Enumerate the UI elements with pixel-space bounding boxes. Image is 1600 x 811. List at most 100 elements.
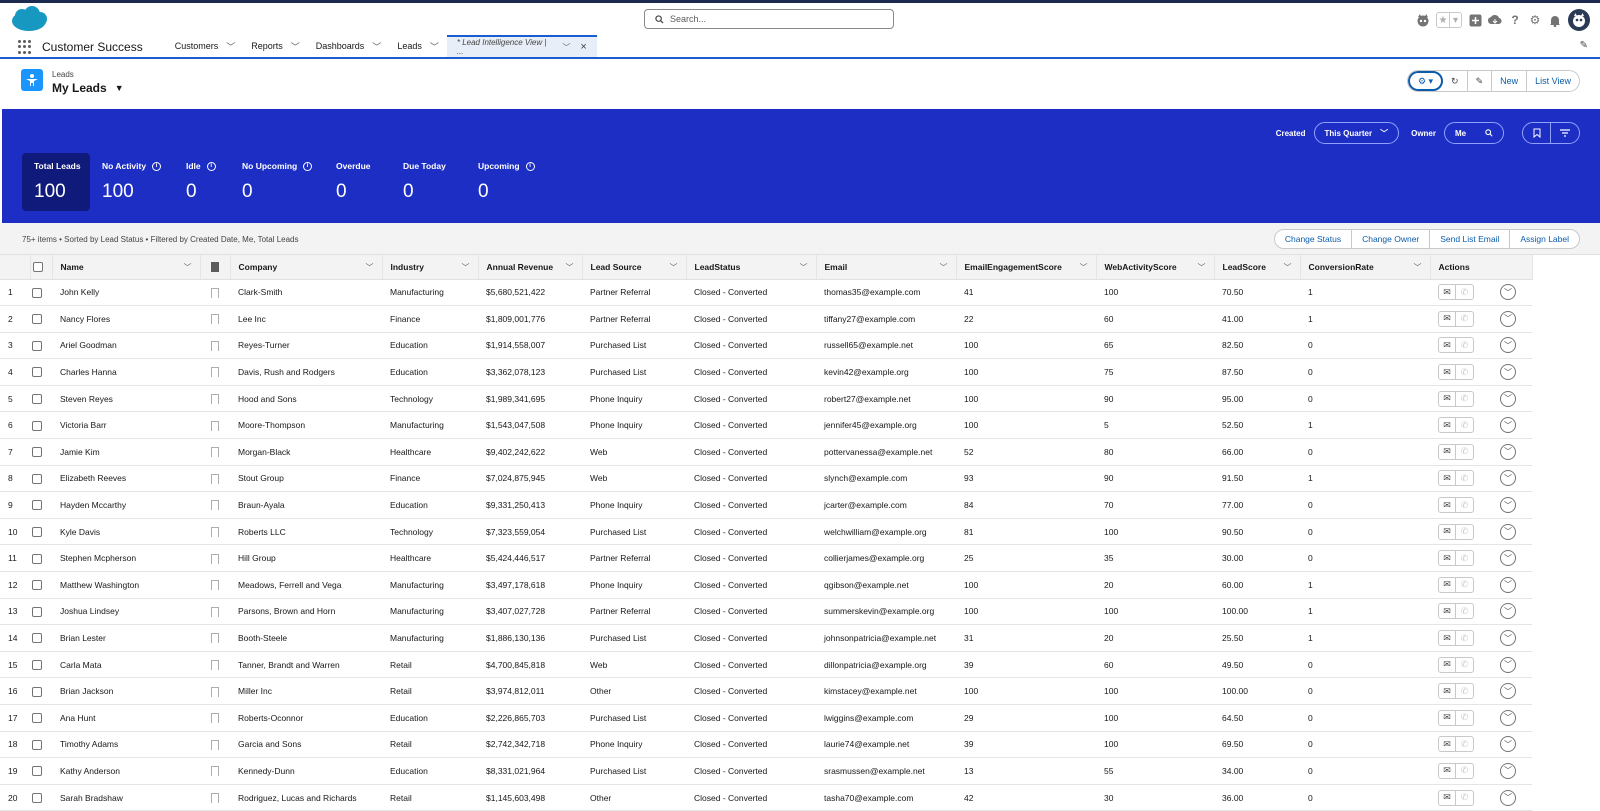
send-list-email-button[interactable]: Send List Email xyxy=(1430,230,1511,248)
phone-icon[interactable]: ✆ xyxy=(1456,445,1473,459)
lead-name-link[interactable]: John Kelly xyxy=(52,279,200,307)
add-icon[interactable] xyxy=(1468,13,1482,27)
email-icon[interactable]: ✉ xyxy=(1439,444,1456,459)
phone-icon[interactable]: ✆ xyxy=(1456,737,1473,751)
bookmark-icon[interactable] xyxy=(211,447,219,458)
nav-item-customers[interactable]: Customers ﹀ xyxy=(167,35,244,57)
info-icon[interactable]: i xyxy=(152,161,162,171)
chevron-down-icon[interactable]: ﹀ xyxy=(940,262,948,273)
bookmark-icon[interactable] xyxy=(211,766,219,777)
bookmark-icon[interactable] xyxy=(211,792,219,803)
row-menu-chevron-icon[interactable]: ﹀ xyxy=(1500,736,1516,753)
email-link[interactable]: jcarter@example.com xyxy=(816,491,956,519)
bookmark-icon[interactable] xyxy=(211,606,219,617)
phone-icon[interactable]: ✆ xyxy=(1456,392,1473,406)
select-all-checkbox[interactable] xyxy=(32,262,43,273)
row-checkbox[interactable] xyxy=(32,420,42,431)
phone-icon[interactable]: ✆ xyxy=(1456,551,1473,565)
notifications-bell-icon[interactable] xyxy=(1548,13,1562,27)
email-link[interactable]: srasmussen@example.net xyxy=(816,757,956,785)
nav-item-leads[interactable]: Leads ﹀ xyxy=(389,35,447,57)
nav-item-dashboards[interactable]: Dashboards ﹀ xyxy=(308,35,390,57)
lead-name-link[interactable]: Matthew Washington xyxy=(52,571,200,599)
bookmark-icon[interactable] xyxy=(211,686,219,697)
row-checkbox[interactable] xyxy=(32,447,42,458)
new-button[interactable]: New xyxy=(1492,71,1528,91)
phone-icon[interactable]: ✆ xyxy=(1456,658,1473,672)
edit-nav-pencil-icon[interactable]: ✎ xyxy=(1580,40,1588,51)
astro-icon[interactable] xyxy=(1416,13,1430,27)
email-link[interactable]: qgibson@example.net xyxy=(816,571,956,599)
phone-icon[interactable]: ✆ xyxy=(1456,684,1473,698)
email-icon[interactable]: ✉ xyxy=(1439,365,1456,380)
favorites-list-chevron-icon[interactable]: ▾ xyxy=(1449,13,1461,27)
user-avatar-icon[interactable] xyxy=(1568,9,1590,31)
assign-label-button[interactable]: Assign Label xyxy=(1510,230,1579,248)
column-header-lead-status[interactable]: LeadStatus ﹀ xyxy=(686,255,817,280)
row-menu-chevron-icon[interactable]: ﹀ xyxy=(1500,364,1516,381)
email-icon[interactable]: ✉ xyxy=(1439,763,1456,778)
bookmark-icon[interactable] xyxy=(211,739,219,750)
email-icon[interactable]: ✉ xyxy=(1439,790,1456,805)
favorites-star-icon[interactable]: ★ xyxy=(1437,13,1449,27)
row-menu-chevron-icon[interactable]: ﹀ xyxy=(1500,523,1516,540)
phone-icon[interactable]: ✆ xyxy=(1456,711,1473,725)
email-link[interactable]: russell65@example.net xyxy=(816,332,956,360)
column-header-email[interactable]: Email ﹀ xyxy=(816,255,957,280)
row-menu-chevron-icon[interactable]: ﹀ xyxy=(1500,310,1516,327)
email-link[interactable]: kimstacey@example.net xyxy=(816,677,956,705)
bookmark-icon[interactable] xyxy=(211,553,219,564)
row-checkbox[interactable] xyxy=(32,739,42,750)
help-icon[interactable]: ? xyxy=(1508,13,1522,27)
info-icon[interactable]: i xyxy=(206,161,216,171)
column-header-lead-source[interactable]: Lead Source ﹀ xyxy=(582,255,687,280)
email-icon[interactable]: ✉ xyxy=(1439,737,1456,752)
row-checkbox[interactable] xyxy=(32,659,42,670)
email-link[interactable]: collierjames@example.org xyxy=(816,544,956,573)
row-menu-chevron-icon[interactable]: ﹀ xyxy=(1500,497,1516,514)
bookmark-icon[interactable] xyxy=(211,713,219,724)
chevron-down-icon[interactable]: ﹀ xyxy=(1080,262,1088,273)
bookmark-icon[interactable] xyxy=(211,633,219,644)
row-checkbox[interactable] xyxy=(32,527,42,538)
row-menu-chevron-icon[interactable]: ﹀ xyxy=(1500,709,1516,726)
email-icon[interactable]: ✉ xyxy=(1439,285,1456,300)
column-header-lead-score[interactable]: LeadScore ﹀ xyxy=(1214,255,1301,280)
email-link[interactable]: pottervanessa@example.net xyxy=(816,438,956,466)
email-icon[interactable]: ✉ xyxy=(1439,631,1456,646)
lead-name-link[interactable]: Stephen Mcpherson xyxy=(52,544,200,573)
email-icon[interactable]: ✉ xyxy=(1439,338,1456,353)
email-link[interactable]: tasha70@example.com xyxy=(816,784,956,811)
column-header-company[interactable]: Company ﹀ xyxy=(230,255,383,280)
email-link[interactable]: kevin42@example.org xyxy=(816,358,956,386)
bookmark-icon[interactable] xyxy=(1523,123,1551,143)
lead-name-link[interactable]: Elizabeth Reeves xyxy=(52,465,200,493)
row-checkbox[interactable] xyxy=(32,606,42,617)
list-view-button[interactable]: List View xyxy=(1527,71,1579,91)
chevron-down-icon[interactable]: ﹀ xyxy=(184,262,192,273)
nav-item-reports[interactable]: Reports ﹀ xyxy=(243,35,308,57)
lead-name-link[interactable]: Carla Mata xyxy=(52,651,200,679)
email-link[interactable]: robert27@example.net xyxy=(816,385,956,413)
email-link[interactable]: summerskevin@example.org xyxy=(816,598,956,626)
lead-name-link[interactable]: Timothy Adams xyxy=(52,731,200,759)
row-menu-chevron-icon[interactable]: ﹀ xyxy=(1500,550,1516,567)
bookmark-icon[interactable] xyxy=(211,420,219,431)
bookmark-icon[interactable] xyxy=(211,473,219,484)
lead-name-link[interactable]: Nancy Flores xyxy=(52,305,200,333)
email-link[interactable]: johnsonpatricia@example.net xyxy=(816,624,956,652)
email-icon[interactable]: ✉ xyxy=(1439,498,1456,513)
bookmark-icon[interactable] xyxy=(211,287,219,298)
row-checkbox[interactable] xyxy=(32,713,42,724)
email-icon[interactable]: ✉ xyxy=(1439,311,1456,326)
lead-name-link[interactable]: Joshua Lindsey xyxy=(52,598,200,626)
phone-icon[interactable]: ✆ xyxy=(1456,418,1473,432)
row-checkbox[interactable] xyxy=(32,580,42,591)
row-checkbox[interactable] xyxy=(32,686,42,697)
salesforce-logo[interactable] xyxy=(10,6,48,34)
email-icon[interactable]: ✉ xyxy=(1439,391,1456,406)
chevron-down-icon[interactable]: ﹀ xyxy=(462,262,470,273)
phone-icon[interactable]: ✆ xyxy=(1456,285,1473,299)
refresh-button[interactable]: ↻ xyxy=(1443,71,1468,91)
phone-icon[interactable]: ✆ xyxy=(1456,764,1473,778)
